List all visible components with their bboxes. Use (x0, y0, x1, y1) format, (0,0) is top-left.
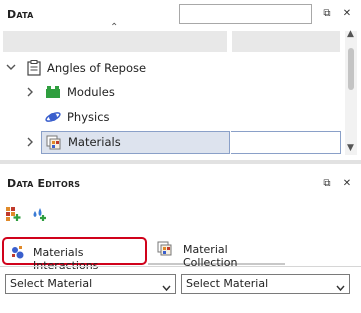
chevron-down-icon[interactable] (6, 62, 16, 75)
editor-tabs-bar: Materials Interactions Material Collecti… (0, 234, 361, 272)
clipboard-icon (27, 60, 41, 79)
material-collection-icon (157, 241, 173, 260)
select-material-right-value: Select Material (186, 277, 269, 290)
tree-label-modules: Modules (67, 85, 115, 99)
tree-label-materials: Materials (68, 135, 121, 149)
add-material-icon[interactable] (5, 206, 21, 225)
materials-interactions-icon (10, 244, 26, 263)
tree-label-root: Angles of Repose (47, 61, 147, 75)
select-material-left[interactable]: Select Material (5, 274, 176, 294)
tree-row-root[interactable]: Angles of Repose (0, 57, 340, 81)
physics-icon (45, 110, 61, 127)
tab-label-materials-interactions: Materials Interactions (33, 246, 99, 272)
float-panel-icon[interactable]: ⧉ (320, 7, 334, 21)
tree-row-physics[interactable]: Physics (0, 106, 340, 130)
column-header-2[interactable] (232, 31, 340, 52)
materials-icon (46, 135, 62, 154)
data-search-input[interactable] (179, 4, 312, 24)
scroll-up-icon[interactable]: ▲ (347, 29, 354, 39)
data-panel-title: Data (7, 8, 34, 21)
close-panel-icon[interactable]: ✕ (340, 7, 354, 21)
chevron-right-icon[interactable] (25, 87, 35, 100)
tree-row-modules[interactable]: Modules (0, 81, 340, 105)
data-editors-panel-title: Data Editors (7, 177, 81, 190)
tab-materials-interactions[interactable]: Materials Interactions (2, 237, 147, 272)
tab-content-divider (0, 266, 361, 267)
add-drops-icon[interactable] (31, 206, 47, 225)
column-header-1[interactable] (3, 31, 227, 52)
scroll-down-icon[interactable]: ▼ (347, 143, 354, 153)
tree-row-materials[interactable]: Materials (0, 131, 340, 155)
tab-material-collection[interactable]: Material Collection (148, 237, 285, 269)
chevron-down-icon (162, 280, 171, 298)
scrollbar-thumb[interactable] (348, 48, 354, 90)
panel-divider[interactable] (0, 160, 361, 164)
float-panel-icon[interactable]: ⧉ (320, 177, 334, 191)
chevron-down-icon (336, 280, 345, 298)
tree-label-physics: Physics (67, 110, 110, 124)
sort-ascending-icon[interactable]: ⌃ (110, 22, 118, 33)
select-material-right[interactable]: Select Material (181, 274, 350, 294)
chevron-right-icon[interactable] (25, 137, 35, 150)
select-material-left-value: Select Material (10, 277, 93, 290)
modules-icon (45, 85, 61, 102)
close-panel-icon[interactable]: ✕ (340, 177, 354, 191)
